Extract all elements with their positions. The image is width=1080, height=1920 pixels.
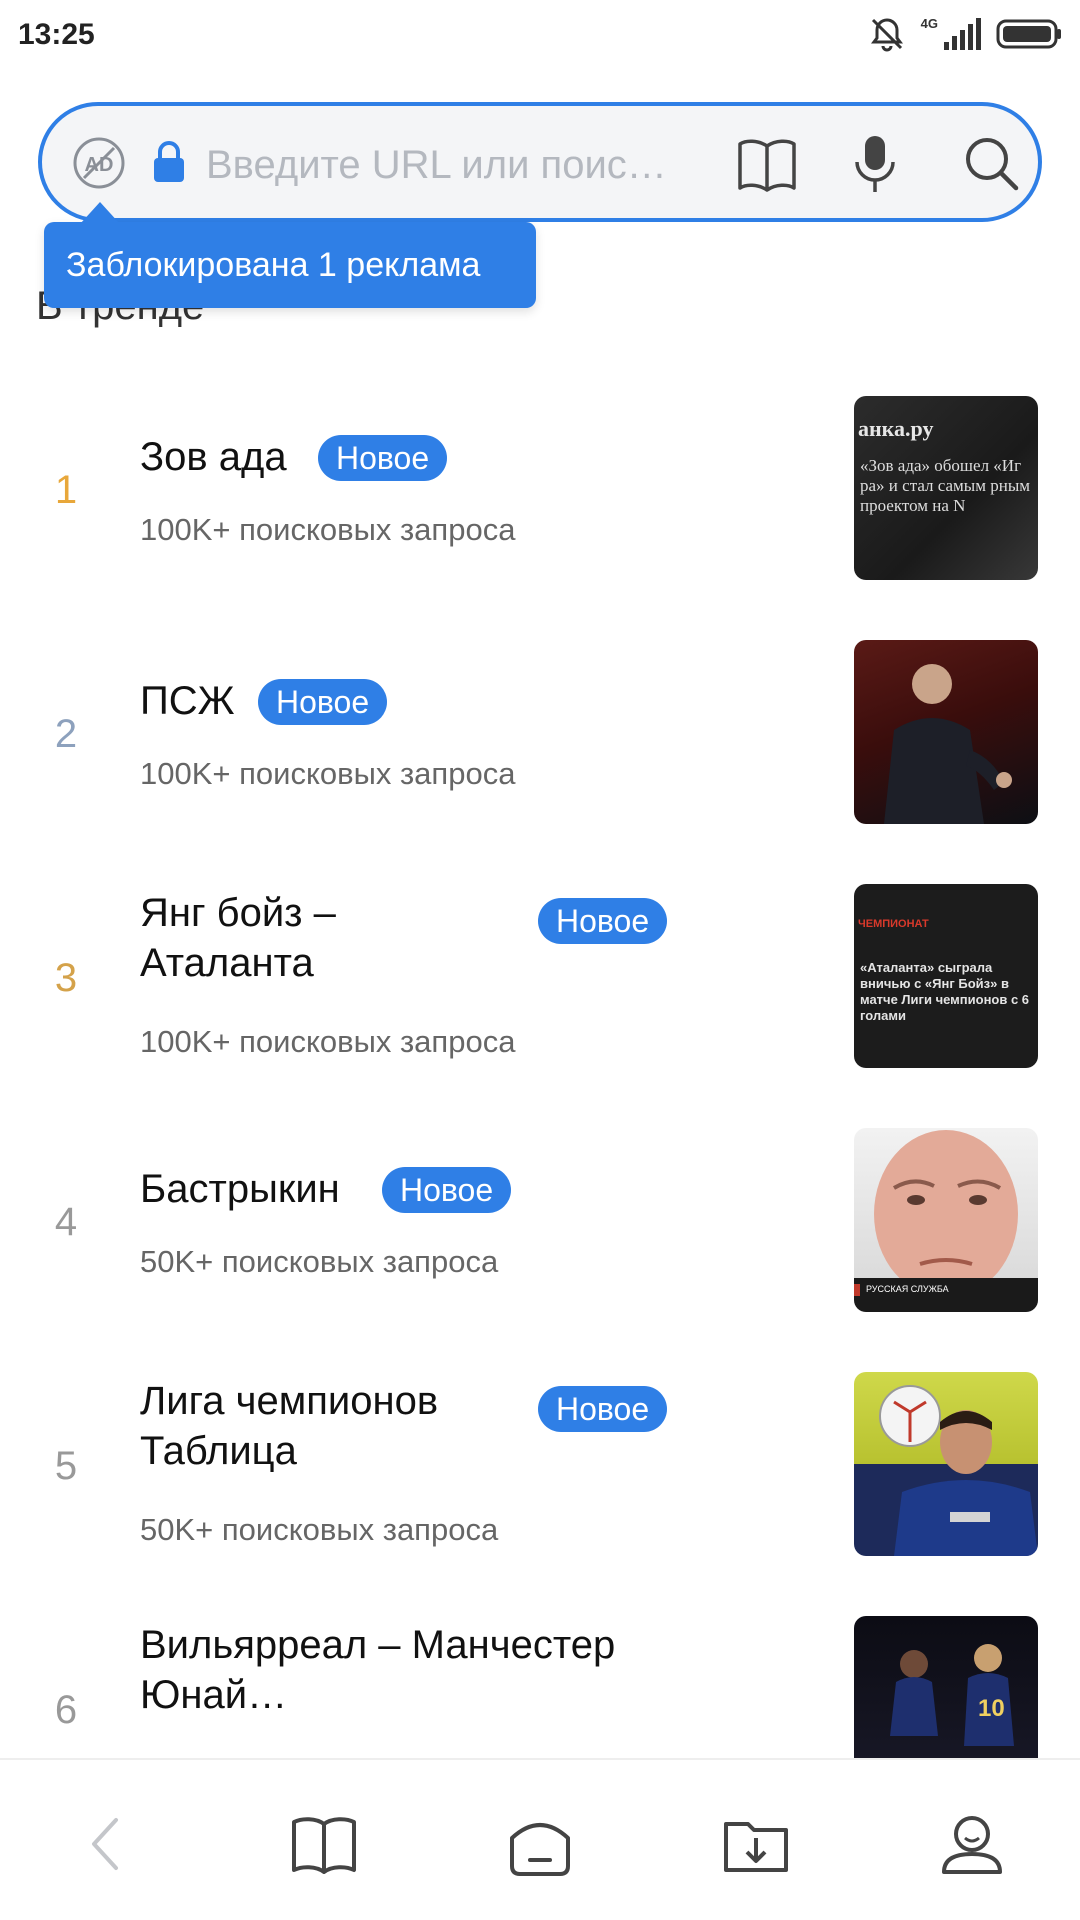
rank-number: 1 xyxy=(54,468,78,512)
item-title: Лига чемпионов Таблица xyxy=(140,1379,439,1473)
new-badge: Новое xyxy=(538,1386,668,1432)
status-time: 13:25 xyxy=(18,18,95,51)
item-title: Вильярреал – Манчестер Юнай… xyxy=(140,1623,616,1717)
new-badge: Новое xyxy=(318,435,448,481)
svg-text:10: 10 xyxy=(978,1695,1005,1722)
item-meta: 50K+ поисковых запроса xyxy=(140,1512,499,1547)
signal-icon xyxy=(944,18,981,50)
trending-item[interactable]: 5 Лига чемпионов Таблица Новое 50K+ поис… xyxy=(0,1356,1080,1600)
new-badge: Новое xyxy=(538,898,668,944)
rank-number: 5 xyxy=(54,1444,78,1488)
status-bar: 13:25 4G xyxy=(0,0,1080,72)
thumb-source: РУССКАЯ СЛУЖБА xyxy=(866,1284,949,1294)
item-meta: 100K+ поисковых запроса xyxy=(140,1024,516,1059)
photo-image xyxy=(884,664,1012,824)
search-icon[interactable] xyxy=(962,134,1020,192)
ad-block-icon[interactable]: AD xyxy=(72,136,126,190)
network-type: 4G xyxy=(920,16,938,31)
item-meta: 50K+ поисковых запроса xyxy=(140,1244,499,1279)
item-meta: 100K+ поисковых запроса xyxy=(140,512,516,547)
item-title: Бастрыкин xyxy=(140,1167,340,1211)
trending-item[interactable]: 3 Янг бойз – Аталанта Новое 100K+ поиско… xyxy=(0,868,1080,1112)
thumb-source: ЧЕМПИОНАТ xyxy=(858,918,929,930)
battery-icon xyxy=(996,19,1061,49)
new-badge: Новое xyxy=(258,679,388,725)
item-meta: 100K+ поисковых запроса xyxy=(140,756,516,791)
profile-icon[interactable] xyxy=(936,1808,1008,1880)
back-icon[interactable] xyxy=(70,1808,142,1880)
thumbnail[interactable] xyxy=(854,640,1038,824)
thumbnail[interactable]: ЧЕМПИОНАТ «Аталанта» сыграла вничью с «Я… xyxy=(854,884,1038,1068)
status-icons: 4G xyxy=(867,14,1062,54)
trending-item[interactable]: 4 Бастрыкин Новое 50K+ поисковых запроса… xyxy=(0,1112,1080,1356)
address-bar[interactable]: AD xyxy=(38,102,1042,222)
bottom-navigation xyxy=(0,1758,1080,1920)
mute-alarm-icon xyxy=(870,18,903,52)
rank-number: 6 xyxy=(54,1688,78,1732)
microphone-icon[interactable] xyxy=(852,132,898,196)
thumbnail[interactable]: 10 xyxy=(854,1616,1038,1758)
item-title: Зов ада xyxy=(140,435,287,479)
trending-item[interactable]: 6 Вильярреал – Манчестер Юнай… 10 xyxy=(0,1600,1080,1758)
trending-list: 1 Зов ада Новое 100K+ поисковых запроса … xyxy=(0,380,1080,1758)
home-icon[interactable] xyxy=(504,1808,576,1880)
rank-number: 2 xyxy=(54,712,78,756)
photo-image: 10 xyxy=(890,1644,1014,1746)
rank-number: 4 xyxy=(54,1200,78,1244)
photo-image xyxy=(879,1385,1038,1556)
trending-item[interactable]: 2 ПСЖ Новое 100K+ поисковых запроса xyxy=(0,624,1080,868)
downloads-icon[interactable] xyxy=(720,1808,792,1880)
reader-mode-icon[interactable] xyxy=(736,136,798,194)
trending-item[interactable]: 1 Зов ада Новое 100K+ поисковых запроса … xyxy=(0,380,1080,624)
thumbnail[interactable]: РУССКАЯ СЛУЖБА xyxy=(854,1128,1038,1312)
new-badge: Новое xyxy=(382,1167,512,1213)
item-title: ПСЖ xyxy=(140,679,235,723)
bookmarks-icon[interactable] xyxy=(288,1808,360,1880)
url-input[interactable] xyxy=(206,136,766,194)
thumb-caption: «Зов ада» обошел «Иг ра» и стал самым рн… xyxy=(860,456,1031,515)
thumbnail[interactable] xyxy=(854,1372,1038,1556)
thumb-caption: «Аталанта» сыграла вничью с «Янг Бойз» в… xyxy=(860,960,1030,1023)
rank-number: 3 xyxy=(54,956,78,1000)
ad-blocked-tooltip[interactable]: Заблокирована 1 реклама xyxy=(44,202,536,308)
thumbnail[interactable]: анка.ру «Зов ада» обошел «Иг ра» и стал … xyxy=(854,396,1038,580)
lock-icon xyxy=(154,141,184,182)
thumb-source: анка.ру xyxy=(858,416,934,441)
item-title: Янг бойз – Аталанта xyxy=(140,891,336,985)
